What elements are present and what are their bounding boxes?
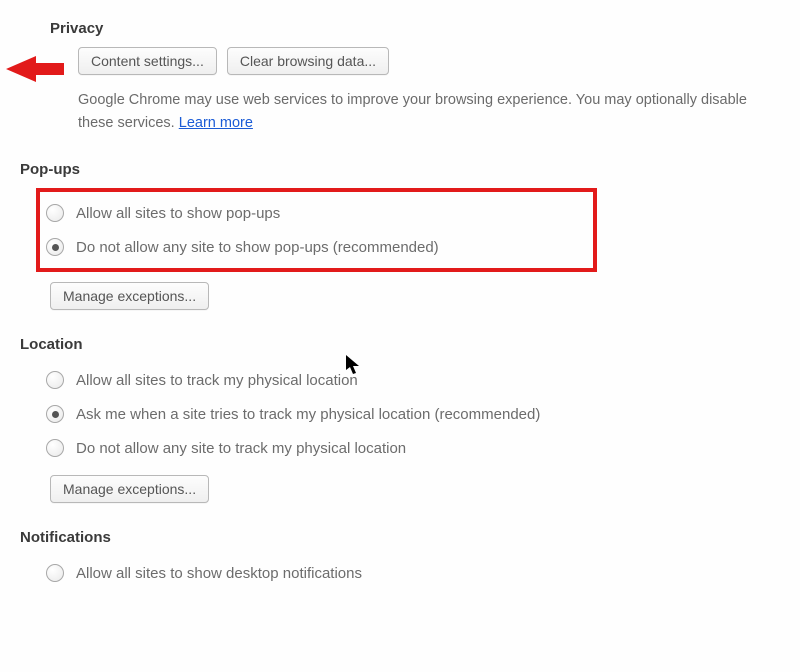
popups-allow-row[interactable]: Allow all sites to show pop-ups	[42, 196, 587, 230]
radio-icon	[46, 238, 64, 256]
location-block-label: Do not allow any site to track my physic…	[76, 440, 406, 457]
learn-more-link[interactable]: Learn more	[179, 115, 253, 131]
location-allow-label: Allow all sites to track my physical loc…	[76, 372, 358, 389]
popups-block-label: Do not allow any site to show pop-ups (r…	[76, 239, 439, 256]
red-arrow-annotation	[6, 54, 64, 84]
notifications-allow-row[interactable]: Allow all sites to show desktop notifica…	[42, 556, 780, 590]
popups-heading: Pop-ups	[20, 161, 780, 178]
notifications-allow-label: Allow all sites to show desktop notifica…	[76, 565, 362, 582]
location-manage-exceptions-button[interactable]: Manage exceptions...	[50, 475, 209, 503]
privacy-heading: Privacy	[50, 20, 780, 37]
popups-block-row[interactable]: Do not allow any site to show pop-ups (r…	[42, 230, 587, 264]
clear-browsing-data-button[interactable]: Clear browsing data...	[227, 47, 389, 75]
radio-icon	[46, 405, 64, 423]
radio-icon	[46, 204, 64, 222]
content-settings-button[interactable]: Content settings...	[78, 47, 217, 75]
notifications-heading: Notifications	[20, 529, 780, 546]
radio-icon	[46, 439, 64, 457]
radio-icon	[46, 564, 64, 582]
popups-allow-label: Allow all sites to show pop-ups	[76, 205, 280, 222]
privacy-description: Google Chrome may use web services to im…	[78, 89, 758, 135]
location-allow-row[interactable]: Allow all sites to track my physical loc…	[42, 363, 780, 397]
radio-icon	[46, 371, 64, 389]
popups-manage-exceptions-button[interactable]: Manage exceptions...	[50, 282, 209, 310]
location-block-row[interactable]: Do not allow any site to track my physic…	[42, 431, 780, 465]
location-heading: Location	[20, 336, 780, 353]
location-ask-row[interactable]: Ask me when a site tries to track my phy…	[42, 397, 780, 431]
location-ask-label: Ask me when a site tries to track my phy…	[76, 406, 540, 423]
popups-highlight-box: Allow all sites to show pop-ups Do not a…	[36, 188, 597, 272]
